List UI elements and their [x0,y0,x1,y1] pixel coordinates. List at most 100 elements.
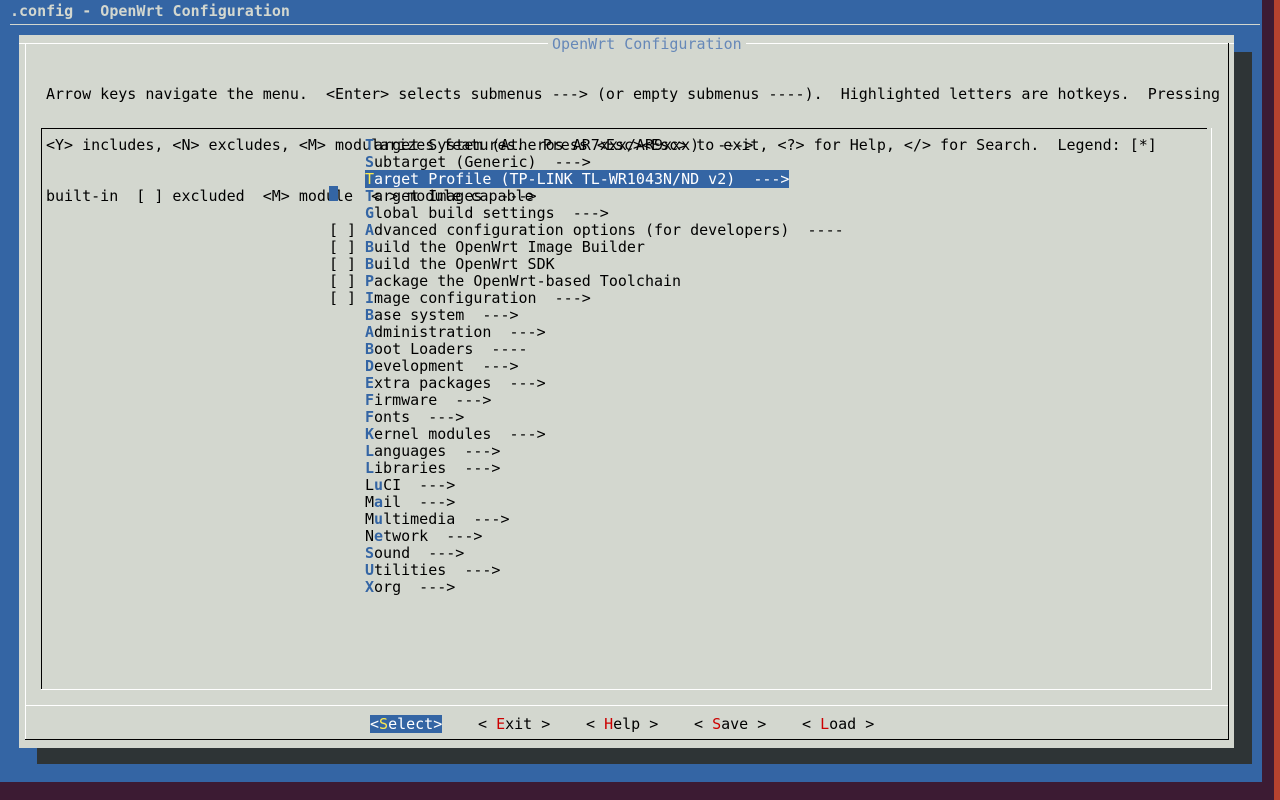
menu-item-label: Extra packages ---> [365,374,546,392]
menu-item-text: mage configuration ---> [374,289,591,307]
menu-item-text: lobal build settings ---> [374,204,609,222]
menu-item-label: Utilities ---> [365,561,500,579]
menu-item[interactable]: [ ] Package the OpenWrt-based Toolchain [329,273,681,290]
menu-item[interactable]: Languages ---> [329,443,500,460]
menu-item-hotkey: F [365,391,375,409]
menu-item[interactable]: [ ] Advanced configuration options (for d… [329,222,844,239]
menu-item-label: Target Images ---> [365,187,537,205]
menu-item-hotkey: S [365,544,375,562]
menu-item-text: ernel modules ---> [374,425,546,443]
menu-item-hotkey: S [365,153,375,171]
button-bar: <Select> < Exit > < Help > < Save > < Load > [19,715,1234,733]
menu-item[interactable]: Sound ---> [329,545,464,562]
menu-item[interactable]: Administration ---> [329,324,546,341]
menu-item-label: Fonts ---> [365,408,464,426]
menu-item-checkbox[interactable]: [ ] [329,239,365,256]
menu-item-hotkey: T [365,187,375,205]
menu-item-hotkey: B [365,306,375,324]
menu-item[interactable]: [ ] Build the OpenWrt SDK [329,256,555,273]
menu-item-hotkey: T [365,136,375,154]
menu-item-text: ibraries ---> [374,459,501,477]
desktop-strip [0,782,1274,800]
menu-item-checkbox[interactable]: [ ] [329,290,365,307]
menu-item[interactable]: Multimedia ---> [329,511,510,528]
menu-item[interactable]: Target Images ---> [329,188,537,205]
menu-item-label: LuCI ---> [365,476,455,494]
menu-item-label: Sound ---> [365,544,464,562]
button-exit[interactable]: < Exit > [478,715,550,733]
menu-item-hotkey: P [365,272,375,290]
button-label: ave > [721,715,767,733]
menu-item-label: Mail ---> [365,493,455,511]
menu-border-right [1211,128,1212,690]
title-divider [10,24,1260,25]
menu-item[interactable]: Base system ---> [329,307,519,324]
menu-item[interactable]: Mail ---> [329,494,455,511]
menu-item-hotkey: L [365,442,375,460]
menu-item-hotkey: B [365,340,375,358]
button-save[interactable]: < Save > [694,715,766,733]
button-load[interactable]: < Load > [802,715,874,733]
menu-item-text: irmware ---> [374,391,492,409]
menu-item[interactable]: Subtarget (Generic) ---> [329,154,591,171]
dialog-border-left [25,43,26,739]
menu-item[interactable]: Development ---> [329,358,519,375]
menu-item-text: anguages ---> [374,442,501,460]
menu-item-hotkey: e [374,527,384,545]
menu-item[interactable]: Xorg ---> [329,579,455,596]
menu-box: Target System (Atheros AR7xxx/AR9xxx) --… [41,128,1212,690]
menu-item-checkbox[interactable]: [ ] [329,222,365,239]
window-title: .config - OpenWrt Configuration [10,2,290,20]
menu-item[interactable]: LuCI ---> [329,477,455,494]
menu-item[interactable]: Global build settings ---> [329,205,609,222]
dialog-border-bottom [25,739,1229,740]
menu-item-text: ubtarget (Generic) ---> [374,153,591,171]
button-bracket: < [694,715,713,733]
menu-item-label: Administration ---> [365,323,546,341]
menu-item-label: Global build settings ---> [365,204,609,222]
menu-item-prefix: L [365,476,375,494]
menu-item-checkbox[interactable]: [ ] [329,273,365,290]
button-label: xit > [505,715,551,733]
menu-item[interactable]: Fonts ---> [329,409,464,426]
menu-item-prefix: N [365,527,375,545]
menu-item-text: ltimedia ---> [383,510,510,528]
button-hotkey: S [712,715,722,733]
menu-item-text: arget System (Atheros AR7xxx/AR9xxx) ---… [374,136,754,154]
menu-item-text: oot Loaders ---- [374,340,528,358]
menu-item[interactable]: Network ---> [329,528,482,545]
menu-item-hotkey: G [365,204,375,222]
button-help[interactable]: < Help > [586,715,658,733]
menu-item-text: xtra packages ---> [374,374,546,392]
menu-item[interactable]: Target System (Atheros AR7xxx/AR9xxx) --… [329,137,753,154]
menu-item-text: uild the OpenWrt SDK [374,255,555,273]
button-bracket: < [478,715,497,733]
menu-item[interactable]: Extra packages ---> [329,375,546,392]
menu-item-hotkey: D [365,357,375,375]
menu-item-text: twork ---> [383,527,483,545]
menu-item[interactable]: Boot Loaders ---- [329,341,528,358]
menu-item-text: dministration ---> [374,323,546,341]
menu-item-label: Target System (Atheros AR7xxx/AR9xxx) --… [365,136,753,154]
menu-item[interactable]: [ ] Build the OpenWrt Image Builder [329,239,645,256]
menu-item-text: arget Profile (TP-LINK TL-WR1043N/ND v2)… [374,170,790,188]
menu-item-checkbox[interactable]: [ ] [329,256,365,273]
menu-item-text: CI ---> [383,476,456,494]
dialog-shadow-bottom [37,748,1252,764]
menu-item-prefix: M [365,510,375,528]
menu-item-text: org ---> [374,578,456,596]
menu-item-label: Multimedia ---> [365,510,510,528]
button-select[interactable]: <Select> [370,715,443,733]
menu-item[interactable]: Target Profile (TP-LINK TL-WR1043N/ND v2… [329,170,790,201]
menu-item[interactable]: Firmware ---> [329,392,491,409]
menu-item[interactable]: Libraries ---> [329,460,500,477]
dialog-shadow-right [1234,52,1252,764]
menu-item-label: Image configuration ---> [365,289,591,307]
menu-item[interactable]: Kernel modules ---> [329,426,546,443]
menu-item-text: ound ---> [374,544,465,562]
button-label: oad > [829,715,875,733]
menu-item-label: Subtarget (Generic) ---> [365,153,591,171]
menu-item[interactable]: [ ] Image configuration ---> [329,290,591,307]
config-dialog: OpenWrt Configuration Arrow keys navigat… [19,35,1234,748]
menu-item[interactable]: Utilities ---> [329,562,500,579]
